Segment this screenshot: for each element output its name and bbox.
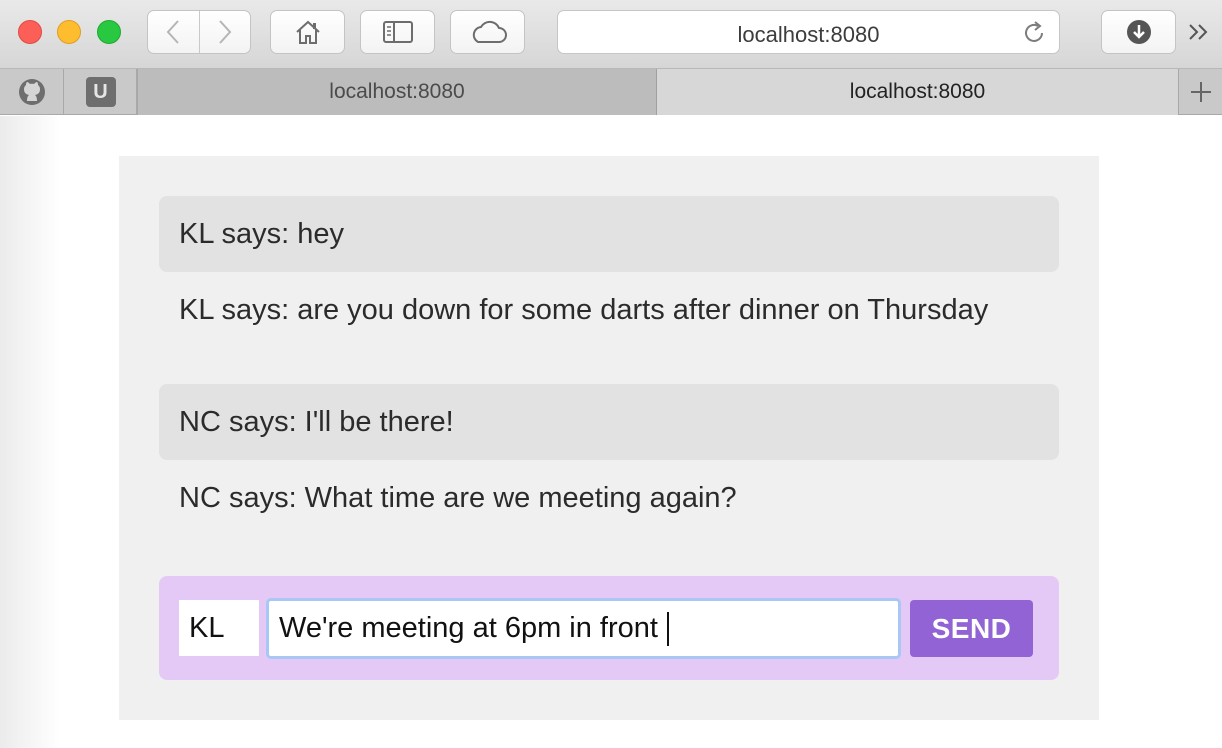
chat-message: KL says: hey xyxy=(159,196,1059,272)
zoom-window-button[interactable] xyxy=(97,20,121,44)
tab-active[interactable]: localhost:8080 xyxy=(657,69,1179,115)
u-icon-letter: U xyxy=(93,80,108,103)
tab-inactive[interactable]: localhost:8080 xyxy=(137,69,657,115)
u-icon: U xyxy=(85,77,116,107)
name-input[interactable] xyxy=(179,600,259,656)
message-input[interactable]: We're meeting at 6pm in front xyxy=(266,598,901,659)
download-icon xyxy=(1126,20,1151,44)
navigation-buttons xyxy=(147,10,251,54)
chat-message: KL says: are you down for some darts aft… xyxy=(179,294,989,326)
tab-title: localhost:8080 xyxy=(329,80,465,103)
chevron-left-icon xyxy=(166,20,179,44)
minimize-window-button[interactable] xyxy=(57,20,81,44)
sidebar-icon xyxy=(382,21,413,43)
message-input-text: We're meeting at 6pm in front xyxy=(279,612,658,644)
back-button[interactable] xyxy=(148,11,199,53)
home-button[interactable] xyxy=(270,10,345,54)
pinned-tab-u[interactable]: U xyxy=(65,69,137,115)
message-composer: We're meeting at 6pm in front SEND xyxy=(159,576,1059,680)
tab-bar: U localhost:8080 localhost:8080 xyxy=(0,69,1222,115)
downloads-button[interactable] xyxy=(1101,10,1176,54)
chevron-right-icon xyxy=(219,20,232,44)
new-tab-button[interactable] xyxy=(1180,69,1222,115)
chat-message: NC says: I'll be there! xyxy=(159,384,1059,460)
more-chevrons-icon[interactable] xyxy=(1186,20,1212,44)
sidebar-button[interactable] xyxy=(360,10,435,54)
pinned-tab-github[interactable] xyxy=(0,69,64,115)
address-bar[interactable]: localhost:8080 xyxy=(557,10,1060,54)
text-caret xyxy=(666,611,669,646)
page-edge-shadow xyxy=(0,116,60,748)
browser-toolbar: localhost:8080 xyxy=(0,0,1222,69)
chat-message: NC says: What time are we meeting again? xyxy=(179,482,737,514)
cloud-icon xyxy=(472,20,507,43)
forward-button[interactable] xyxy=(198,11,251,53)
reload-icon[interactable] xyxy=(1021,20,1047,46)
plus-icon xyxy=(1191,82,1211,102)
send-button[interactable]: SEND xyxy=(910,600,1033,657)
icloud-tabs-button[interactable] xyxy=(450,10,525,54)
chat-panel: KL says: hey KL says: are you down for s… xyxy=(119,156,1099,720)
tab-title: localhost:8080 xyxy=(849,80,986,103)
close-window-button[interactable] xyxy=(18,20,42,44)
home-icon xyxy=(295,20,320,44)
address-text: localhost:8080 xyxy=(737,22,880,47)
github-icon xyxy=(18,79,45,105)
